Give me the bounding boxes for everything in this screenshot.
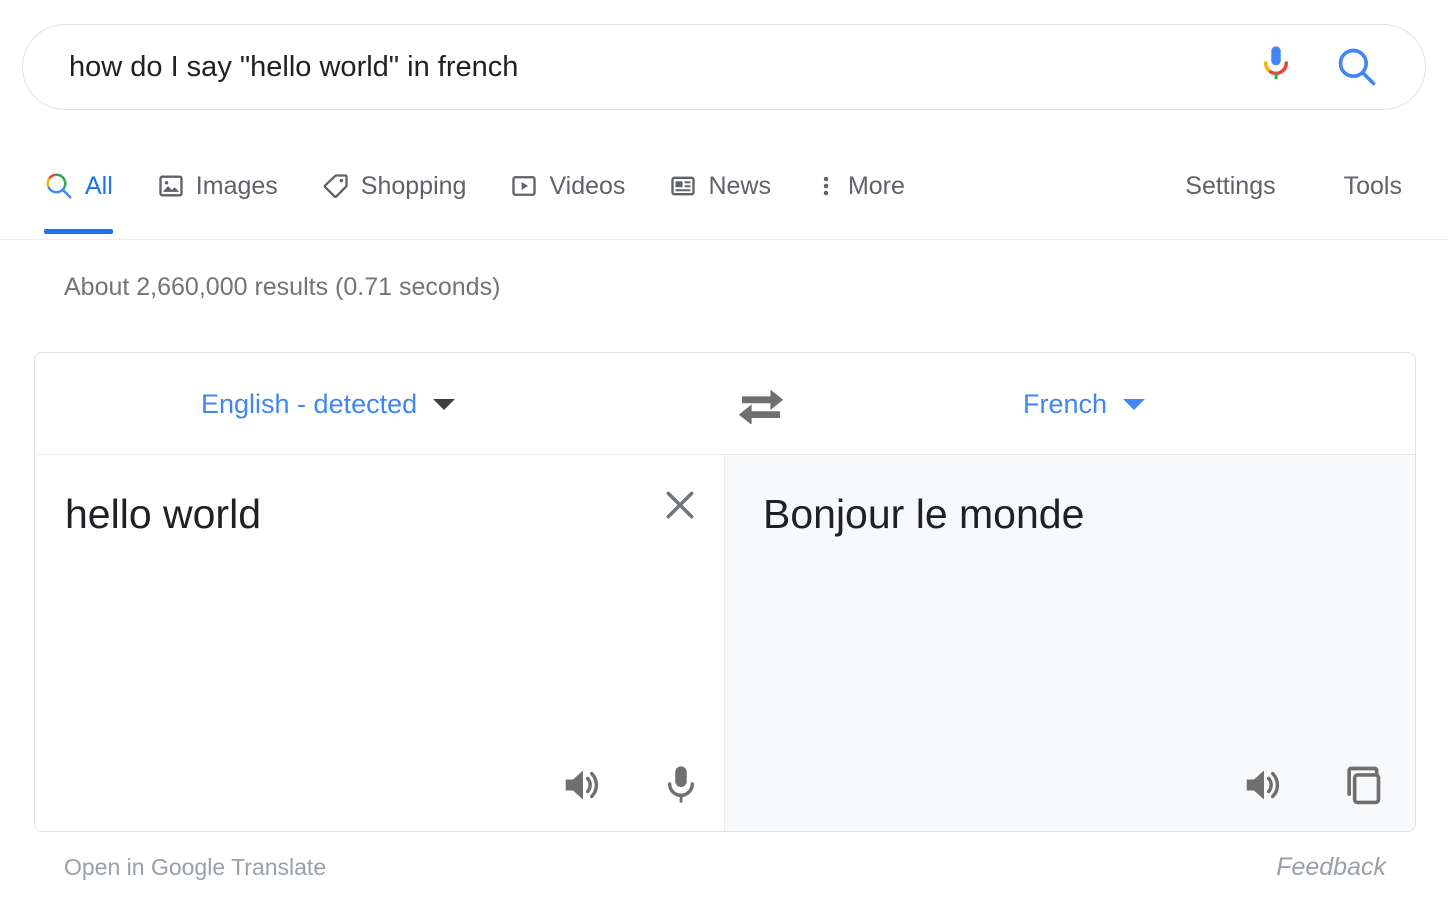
swap-languages-button[interactable] xyxy=(701,353,821,455)
source-textarea[interactable]: hello world xyxy=(65,489,634,539)
search-submit-button[interactable] xyxy=(1335,45,1379,89)
nav-right-actions: Settings Tools xyxy=(1185,160,1448,212)
target-language-label: French xyxy=(1023,389,1108,419)
tab-videos[interactable]: Videos xyxy=(510,160,625,212)
source-text-pane: hello world xyxy=(35,455,725,831)
microphone-icon xyxy=(667,766,695,803)
translate-panes: hello world Bonjour le monde xyxy=(35,455,1415,831)
speaker-icon xyxy=(565,770,599,800)
result-stats: About 2,660,000 results (0.71 seconds) xyxy=(64,273,501,301)
tag-icon xyxy=(323,174,348,198)
voice-search-button[interactable] xyxy=(1257,43,1295,91)
target-pane-actions xyxy=(1239,760,1387,810)
swap-horizontal-icon xyxy=(738,389,784,424)
open-in-google-translate-link[interactable]: Open in Google Translate xyxy=(64,853,326,881)
news-icon xyxy=(671,176,696,196)
copy-icon xyxy=(1347,766,1381,805)
search-bar[interactable]: how do I say "hello world" in french xyxy=(22,24,1426,110)
video-icon xyxy=(512,176,537,196)
language-selector-row: English - detected French xyxy=(35,353,1415,455)
target-text-pane: Bonjour le monde xyxy=(725,455,1415,831)
translated-text: Bonjour le monde xyxy=(763,491,1085,537)
search-bar-icons xyxy=(1257,43,1425,91)
voice-input-button[interactable] xyxy=(656,760,706,810)
more-vertical-icon xyxy=(823,176,829,196)
tab-shopping-label: Shopping xyxy=(360,172,467,200)
tab-all[interactable]: All xyxy=(44,160,113,234)
search-nav-bar: All Images Shopping Videos News More Set… xyxy=(0,160,1448,240)
close-icon xyxy=(666,491,694,519)
chevron-down-icon xyxy=(433,398,456,410)
tools-button[interactable]: Tools xyxy=(1344,172,1402,201)
search-input[interactable]: how do I say "hello world" in french xyxy=(23,50,1257,84)
source-pane-actions xyxy=(558,760,706,810)
image-icon xyxy=(159,175,183,197)
listen-source-button[interactable] xyxy=(558,760,608,810)
google-search-results-page: how do I say "hello world" in french All… xyxy=(0,0,1448,914)
clear-source-button[interactable] xyxy=(658,483,702,527)
feedback-link[interactable]: Feedback xyxy=(1276,853,1386,881)
source-language-selector[interactable]: English - detected xyxy=(201,353,456,455)
tab-more-label: More xyxy=(847,172,905,200)
tab-all-label: All xyxy=(85,172,113,200)
source-language-label: English - detected xyxy=(201,389,418,419)
search-icon xyxy=(1338,48,1376,86)
tab-videos-label: Videos xyxy=(549,172,626,200)
tab-more[interactable]: More xyxy=(815,160,905,212)
active-tab-indicator xyxy=(44,229,113,234)
listen-translation-button[interactable] xyxy=(1239,760,1289,810)
tab-images-label: Images xyxy=(195,172,278,200)
tab-news[interactable]: News xyxy=(669,160,771,212)
copy-translation-button[interactable] xyxy=(1337,760,1387,810)
translate-card: English - detected French hello world Bo… xyxy=(34,352,1416,832)
chevron-down-icon xyxy=(1123,398,1146,410)
tab-shopping[interactable]: Shopping xyxy=(322,160,467,212)
google-search-icon xyxy=(46,173,72,199)
settings-button[interactable]: Settings xyxy=(1185,172,1275,201)
speaker-icon xyxy=(1246,770,1280,800)
target-language-selector[interactable]: French xyxy=(1023,353,1146,455)
tab-images[interactable]: Images xyxy=(157,160,278,212)
microphone-icon xyxy=(1263,46,1289,80)
tab-news-label: News xyxy=(708,172,771,200)
